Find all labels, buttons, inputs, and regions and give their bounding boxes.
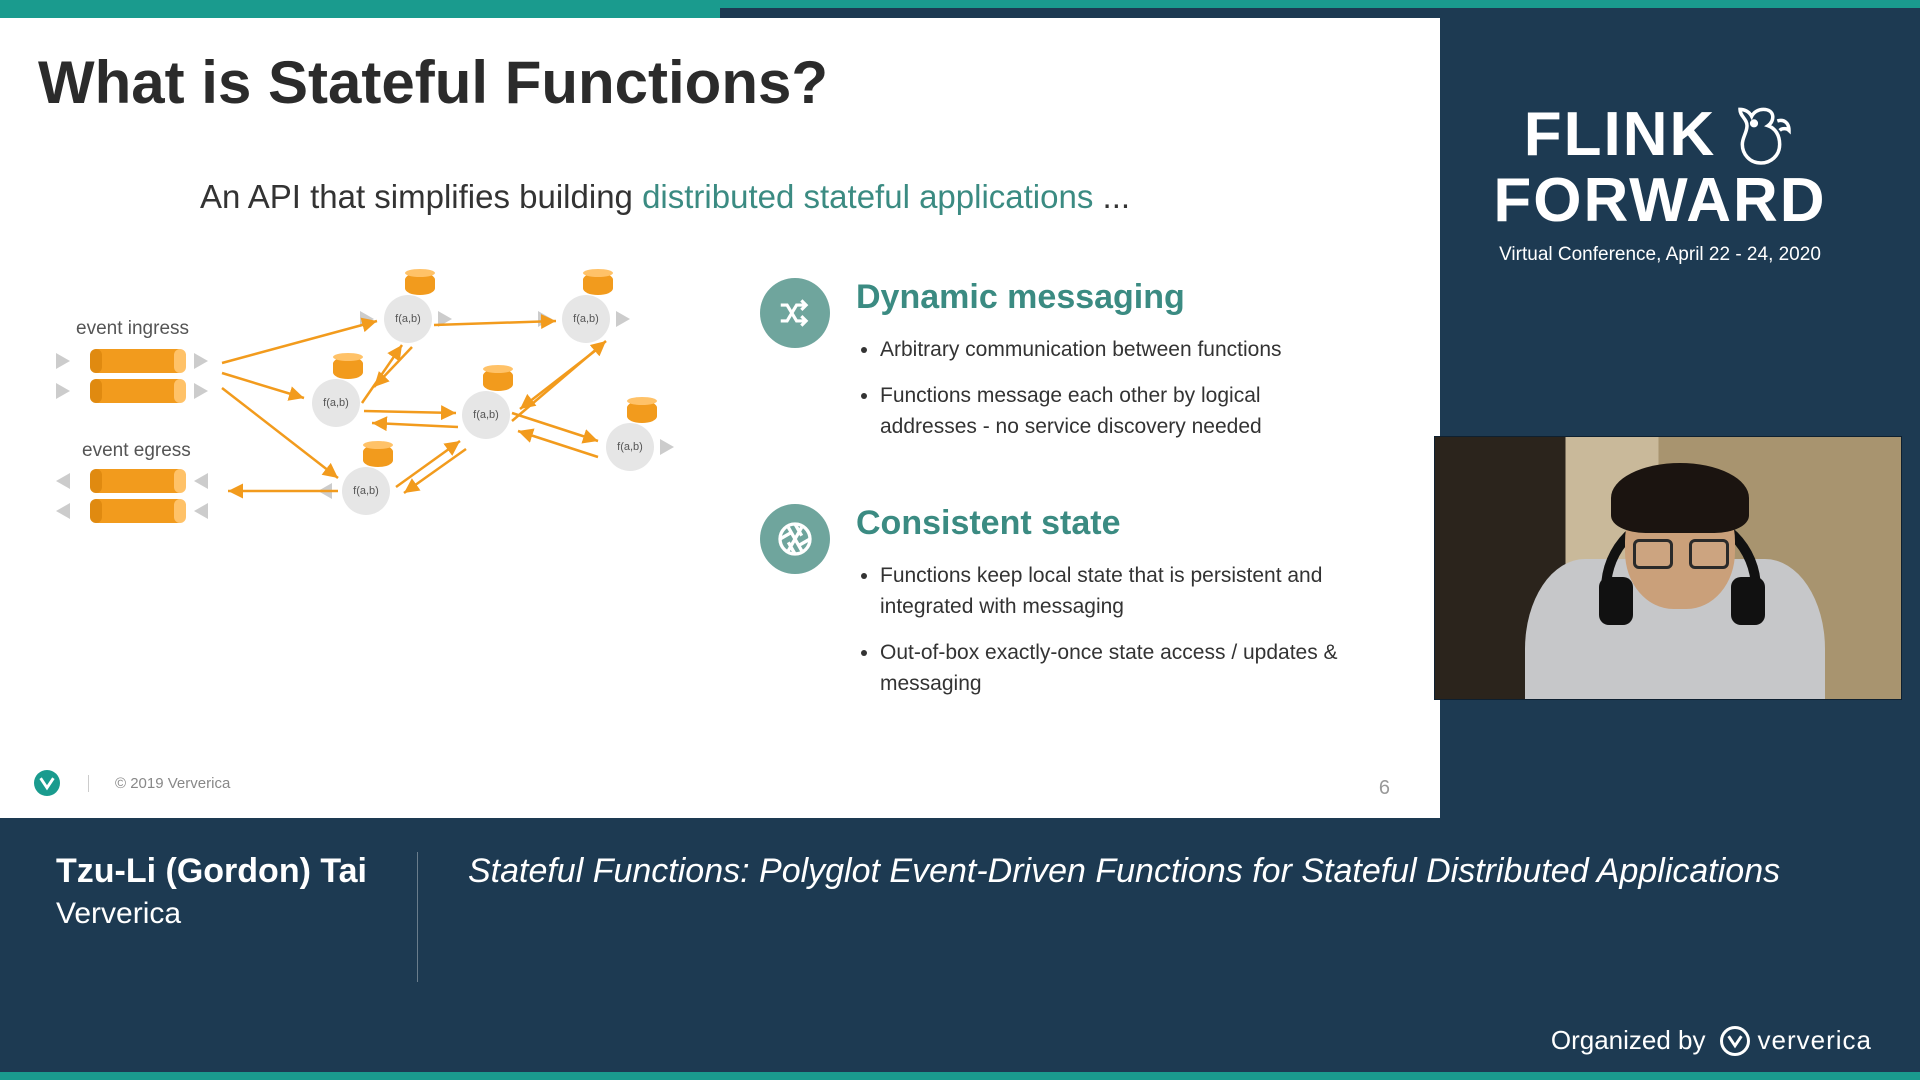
arrow-icon	[194, 383, 208, 399]
conference-subtitle: Virtual Conference, April 22 - 24, 2020	[1440, 244, 1880, 266]
feature-bullet: Functions message each other by logical …	[880, 381, 1360, 442]
conference-branding: FLINK FORWARD Virtual Conference, April …	[1440, 100, 1880, 266]
function-node-label: f(a,b)	[573, 313, 599, 325]
feature-bullet: Arbitrary communication between function…	[880, 335, 1360, 365]
organizer-logo: ververica	[1720, 1025, 1872, 1056]
ingress-queue	[92, 349, 184, 373]
talk-title: Stateful Functions: Polyglot Event-Drive…	[418, 852, 1780, 891]
glasses-icon	[1633, 539, 1729, 569]
organized-by-label: Organized by	[1551, 1025, 1706, 1056]
database-icon	[333, 357, 363, 379]
function-node: f(a,b)	[312, 379, 360, 427]
subtitle-suffix: ...	[1093, 178, 1130, 215]
egress-queue	[92, 469, 184, 493]
egress-queue	[92, 499, 184, 523]
arrow-icon	[56, 503, 70, 519]
speaker-name: Tzu-Li (Gordon) Tai	[56, 852, 367, 891]
feature-title: Dynamic messaging	[856, 278, 1360, 317]
shuffle-icon	[760, 278, 830, 348]
database-icon	[363, 445, 393, 467]
presentation-slide: What is Stateful Functions? An API that …	[0, 8, 1440, 818]
ingress-queue	[92, 379, 184, 403]
function-node: f(a,b)	[342, 467, 390, 515]
aperture-icon	[760, 504, 830, 574]
organizer-name: ververica	[1758, 1025, 1872, 1056]
function-node-label: f(a,b)	[617, 441, 643, 453]
slide-footer: © 2019 Ververica	[34, 770, 230, 796]
arrow-icon	[438, 311, 452, 327]
function-node-label: f(a,b)	[473, 409, 499, 421]
arrow-icon	[616, 311, 630, 327]
speaker-figure	[1525, 469, 1825, 699]
brand-line2: FORWARD	[1440, 170, 1880, 232]
feature-dynamic-messaging: Dynamic messaging Arbitrary communicatio…	[760, 278, 1380, 458]
brand-line1: FLINK	[1524, 104, 1717, 166]
arrow-icon	[538, 311, 552, 327]
conference-logo-text: FLINK FORWARD	[1440, 100, 1880, 232]
feature-bullet: Functions keep local state that is persi…	[880, 561, 1360, 622]
architecture-diagram: event ingress event egress f(a,b) f(a,b)…	[42, 263, 702, 563]
arrow-icon	[660, 439, 674, 455]
feature-column: Dynamic messaging Arbitrary communicatio…	[760, 278, 1380, 761]
function-node: f(a,b)	[384, 295, 432, 343]
egress-label: event egress	[82, 440, 191, 462]
arrow-icon	[56, 383, 70, 399]
copyright-text: © 2019 Ververica	[88, 775, 230, 792]
top-accent-bar	[0, 0, 1920, 8]
slide-title: What is Stateful Functions?	[38, 48, 828, 117]
arrow-icon	[194, 503, 208, 519]
function-node-label: f(a,b)	[323, 397, 349, 409]
arrow-icon	[318, 483, 332, 499]
arrow-icon	[56, 353, 70, 369]
squirrel-icon	[1726, 100, 1796, 170]
ververica-logo-icon	[1720, 1026, 1750, 1056]
subtitle-accent: distributed stateful applications	[642, 178, 1093, 215]
organized-by: Organized by ververica	[1551, 1025, 1872, 1056]
function-node: f(a,b)	[462, 391, 510, 439]
page-number: 6	[1379, 777, 1390, 800]
function-node: f(a,b)	[606, 423, 654, 471]
database-icon	[483, 369, 513, 391]
arrow-icon	[194, 353, 208, 369]
database-icon	[583, 273, 613, 295]
function-node: f(a,b)	[562, 295, 610, 343]
bottom-accent-bar	[0, 1072, 1920, 1080]
slide-top-strip	[0, 8, 1440, 18]
function-node-label: f(a,b)	[353, 485, 379, 497]
feature-bullet: Out-of-box exactly-once state access / u…	[880, 638, 1360, 699]
database-icon	[405, 273, 435, 295]
arrow-icon	[194, 473, 208, 489]
ingress-label: event ingress	[76, 318, 189, 340]
function-node-label: f(a,b)	[395, 313, 421, 325]
headset-earcup	[1731, 577, 1765, 625]
speaker-organization: Ververica	[56, 897, 367, 931]
arrow-icon	[360, 311, 374, 327]
database-icon	[627, 401, 657, 423]
lower-third: Tzu-Li (Gordon) Tai Ververica Stateful F…	[56, 852, 1880, 982]
slide-subtitle: An API that simplifies building distribu…	[200, 178, 1130, 216]
speaker-block: Tzu-Li (Gordon) Tai Ververica	[56, 852, 418, 982]
feature-title: Consistent state	[856, 504, 1360, 543]
ververica-logo-icon	[34, 770, 60, 796]
speaker-hair	[1611, 463, 1749, 533]
arrow-icon	[56, 473, 70, 489]
speaker-webcam	[1434, 436, 1902, 700]
subtitle-prefix: An API that simplifies building	[200, 178, 642, 215]
feature-bullets: Arbitrary communication between function…	[856, 335, 1360, 442]
headset-earcup	[1599, 577, 1633, 625]
feature-bullets: Functions keep local state that is persi…	[856, 561, 1360, 699]
feature-consistent-state: Consistent state Functions keep local st…	[760, 504, 1380, 715]
